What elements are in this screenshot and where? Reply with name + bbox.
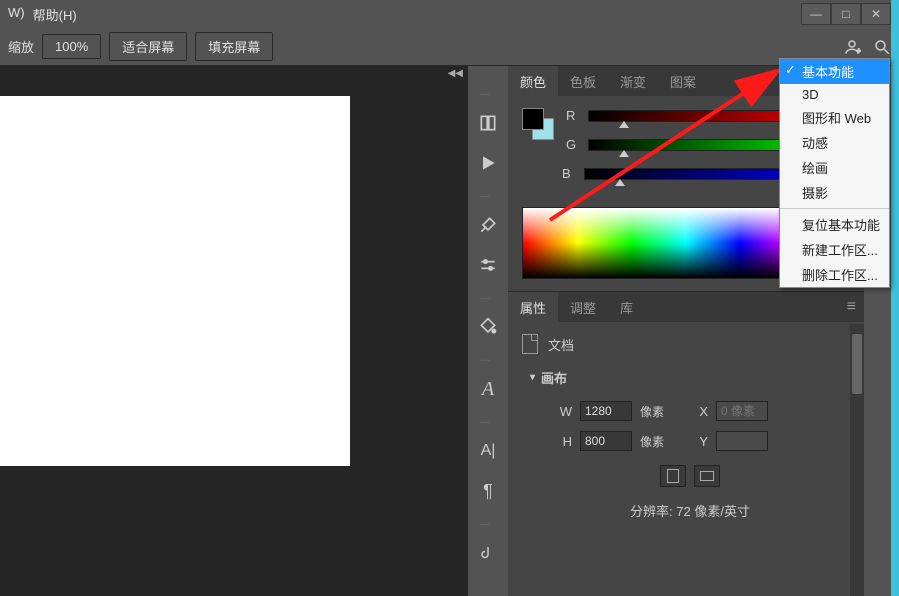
w-label: W	[556, 404, 572, 419]
unit-label: 像素	[640, 403, 664, 420]
zoom-label: 缩放	[8, 37, 34, 56]
canvas-area: ◀◀	[0, 66, 468, 596]
title-bar: W) 帮助(H) — □ ✕	[0, 0, 899, 28]
document-canvas[interactable]	[0, 96, 350, 466]
minimize-button[interactable]: —	[801, 3, 831, 25]
menu-separator	[780, 208, 889, 209]
brush-icon[interactable]	[477, 214, 499, 236]
tab-pattern[interactable]: 图案	[658, 66, 708, 96]
canvas-label: 画布	[541, 368, 567, 387]
grip-icon: ┈┈	[480, 520, 496, 524]
options-bar: 缩放 100% 适合屏幕 填充屏幕 +	[0, 28, 899, 66]
vertical-dock: ┈┈ ┈┈ ┈┈ ┈┈ A ┈┈ A| ¶ ┈┈	[468, 66, 508, 596]
clip-icon[interactable]	[477, 542, 499, 564]
fill-screen-button[interactable]: 填充屏幕	[195, 32, 273, 61]
window-edge	[891, 0, 899, 596]
type-styles-icon[interactable]: A	[477, 378, 499, 400]
window-menu[interactable]: W)	[8, 5, 25, 24]
chevron-down-icon: ▾	[530, 372, 535, 383]
scrollbar[interactable]	[850, 324, 864, 596]
portrait-button[interactable]	[660, 465, 686, 487]
ws-item-delete[interactable]: 删除工作区...	[780, 262, 889, 287]
bucket-icon[interactable]	[477, 316, 499, 338]
panel-menu-icon[interactable]: ≡	[839, 292, 864, 322]
grip-icon: ┈┈	[480, 90, 496, 94]
adjust-icon[interactable]	[477, 254, 499, 276]
canvas-section-header[interactable]: ▾ 画布	[530, 368, 850, 387]
ws-item-new[interactable]: 新建工作区...	[780, 237, 889, 262]
ws-item-photography[interactable]: 摄影	[780, 180, 889, 205]
unit-label: 像素	[640, 433, 664, 450]
x-label: X	[692, 404, 708, 419]
search-icon[interactable]	[873, 38, 891, 56]
fit-screen-button[interactable]: 适合屏幕	[109, 32, 187, 61]
ws-item-painting[interactable]: 绘画	[780, 155, 889, 180]
ws-item-essentials[interactable]: ✓ 基本功能 ⌖	[780, 59, 889, 84]
tab-swatches[interactable]: 色板	[558, 66, 608, 96]
y-input	[716, 431, 768, 451]
tab-libraries[interactable]: 库	[608, 292, 645, 322]
svg-text:+: +	[857, 46, 862, 55]
ws-item-motion[interactable]: 动感	[780, 130, 889, 155]
align-icon[interactable]: A|	[477, 440, 499, 462]
grip-icon: ┈┈	[480, 356, 496, 360]
play-icon[interactable]	[477, 152, 499, 174]
resolution-label: 分辨率:	[630, 504, 673, 519]
check-icon: ✓	[785, 62, 796, 78]
close-button[interactable]: ✕	[861, 3, 891, 25]
collapse-icon[interactable]: ◀◀	[448, 68, 463, 79]
workspace-menu: ✓ 基本功能 ⌖ 3D 图形和 Web 动感 绘画 摄影 复位基本功能 新建工作…	[779, 58, 890, 288]
user-icon[interactable]: +	[843, 38, 861, 56]
height-input[interactable]	[580, 431, 632, 451]
document-icon	[522, 334, 538, 354]
ws-item-3d[interactable]: 3D	[780, 84, 889, 105]
doc-label: 文档	[548, 335, 574, 354]
tab-adjustments[interactable]: 调整	[558, 292, 608, 322]
g-label: G	[566, 137, 580, 152]
maximize-button[interactable]: □	[831, 3, 861, 25]
grip-icon: ┈┈	[480, 418, 496, 422]
resolution-value: 72 像素/英寸	[676, 504, 750, 519]
history-icon[interactable]	[477, 112, 499, 134]
help-menu[interactable]: 帮助(H)	[33, 5, 77, 24]
window-controls: — □ ✕	[801, 3, 891, 25]
zoom-value[interactable]: 100%	[42, 34, 101, 59]
grip-icon: ┈┈	[480, 192, 496, 196]
x-input	[716, 401, 768, 421]
ws-item-reset[interactable]: 复位基本功能	[780, 212, 889, 237]
properties-panel: 属性 调整 库 ≡ 文档 ▾ 画布 W	[508, 291, 864, 596]
fg-color-swatch[interactable]	[522, 108, 544, 130]
tab-color[interactable]: 颜色	[508, 66, 558, 96]
b-label: B	[562, 166, 576, 181]
landscape-button[interactable]	[694, 465, 720, 487]
r-label: R	[566, 108, 580, 123]
tab-properties[interactable]: 属性	[508, 292, 558, 322]
paragraph-icon[interactable]: ¶	[477, 480, 499, 502]
tab-gradient[interactable]: 渐变	[608, 66, 658, 96]
y-label: Y	[692, 434, 708, 449]
ws-item-graphic-web[interactable]: 图形和 Web	[780, 105, 889, 130]
fg-bg-swatch[interactable]	[522, 108, 554, 140]
h-label: H	[556, 434, 572, 449]
grip-icon: ┈┈	[480, 294, 496, 298]
width-input[interactable]	[580, 401, 632, 421]
